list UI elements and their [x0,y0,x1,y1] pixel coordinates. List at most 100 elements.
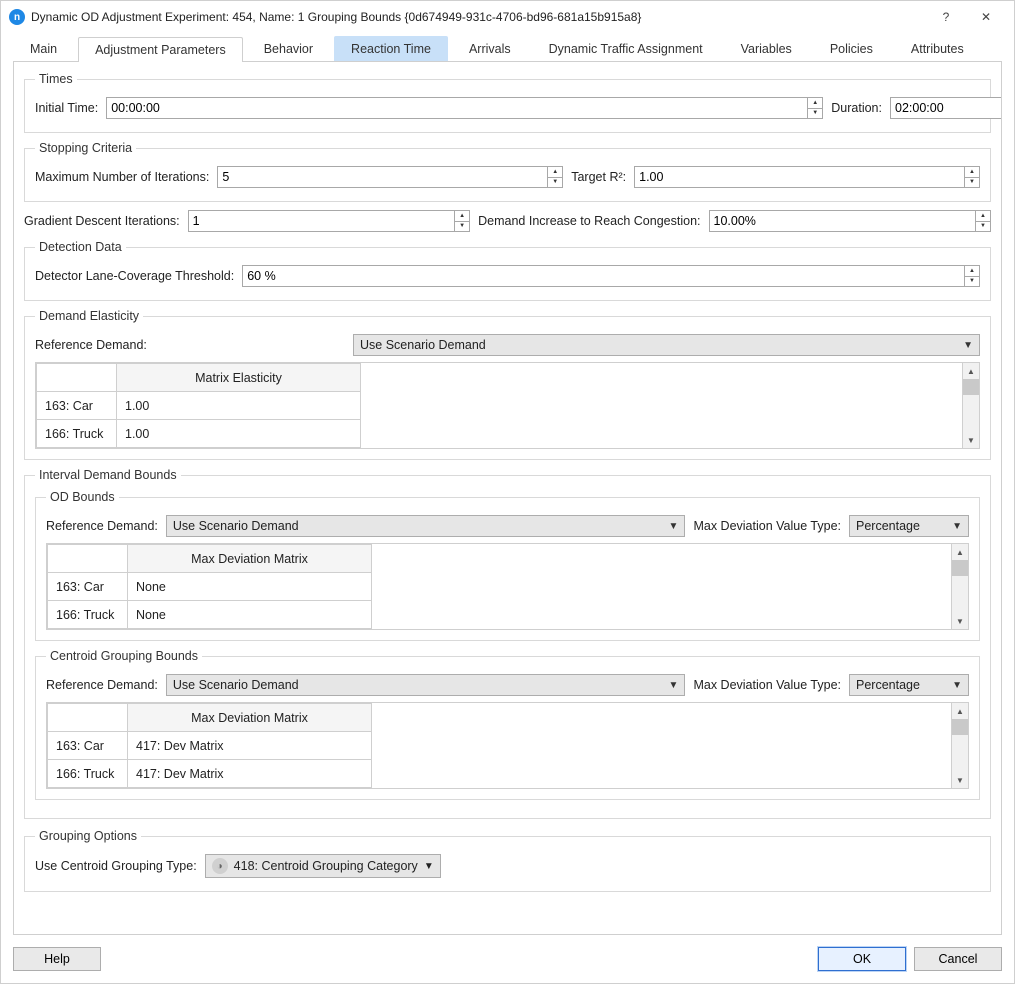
titlebar: n Dynamic OD Adjustment Experiment: 454,… [1,1,1014,33]
cg-table: Max Deviation Matrix 163: Car417: Dev Ma… [47,703,372,788]
od-maxdev-type-dropdown[interactable]: Percentage ▼ [849,515,969,537]
initial-time-spinner[interactable]: ▲▼ [807,97,823,119]
od-table-wrap: Max Deviation Matrix 163: CarNone 166: T… [46,543,969,630]
vertical-scrollbar[interactable]: ▲▼ [951,544,968,629]
legend-grouping: Grouping Options [35,829,141,843]
fieldset-times: Times Initial Time: ▲▼ Duration: ▲▼ [24,72,991,133]
dirc-input[interactable] [709,210,976,232]
tab-behavior[interactable]: Behavior [247,36,330,61]
table-corner [48,545,128,573]
close-icon[interactable]: ✕ [966,4,1006,30]
tab-adjustment-parameters[interactable]: Adjustment Parameters [78,37,243,62]
fieldset-demand-elasticity: Demand Elasticity Reference Demand: Use … [24,309,991,460]
cg-col-header: Max Deviation Matrix [128,704,372,732]
help-button[interactable]: Help [13,947,101,971]
od-maxdev-type-label: Max Deviation Value Type: [693,519,841,533]
app-icon: n [9,9,25,25]
detector-threshold-input[interactable] [242,265,964,287]
initial-time-label: Initial Time: [35,101,98,115]
cg-table-wrap: Max Deviation Matrix 163: Car417: Dev Ma… [46,702,969,789]
detector-threshold-spinner[interactable]: ▲▼ [964,265,980,287]
chevron-down-icon: ▼ [952,521,962,532]
tab-variables[interactable]: Variables [724,36,809,61]
fieldset-grouping-options: Grouping Options Use Centroid Grouping T… [24,829,991,892]
ok-button[interactable]: OK [818,947,906,971]
cg-maxdev-type-label: Max Deviation Value Type: [693,678,841,692]
cell-value[interactable]: None [128,573,372,601]
legend-elasticity: Demand Elasticity [35,309,143,323]
gdi-label: Gradient Descent Iterations: [24,214,180,228]
elasticity-table: Matrix Elasticity 163: Car1.00 166: Truc… [36,363,361,448]
tab-arrivals[interactable]: Arrivals [452,36,528,61]
use-centroid-grouping-dropdown[interactable]: ◑ 418: Centroid Grouping Category ▼ [205,854,441,878]
detector-threshold-label: Detector Lane-Coverage Threshold: [35,269,234,283]
elasticity-col-header: Matrix Elasticity [117,364,361,392]
cell-value[interactable]: 1.00 [117,392,361,420]
window-title: Dynamic OD Adjustment Experiment: 454, N… [31,10,926,24]
od-ref-label: Reference Demand: [46,519,158,533]
cg-maxdev-type-dropdown[interactable]: Percentage ▼ [849,674,969,696]
tab-reaction-time[interactable]: Reaction Time [334,36,448,61]
row-header: 166: Truck [48,760,128,788]
od-ref-dropdown[interactable]: Use Scenario Demand ▼ [166,515,686,537]
category-icon: ◑ [212,858,228,874]
tab-dynamic-traffic-assignment[interactable]: Dynamic Traffic Assignment [532,36,720,61]
cell-value[interactable]: 1.00 [117,420,361,448]
cancel-button[interactable]: Cancel [914,947,1002,971]
row-header: 163: Car [48,732,128,760]
table-row: 166: Truck1.00 [37,420,361,448]
vertical-scrollbar[interactable]: ▲▼ [951,703,968,788]
table-row: 166: Truck417: Dev Matrix [48,760,372,788]
chevron-down-icon: ▼ [963,340,973,351]
fieldset-interval-demand-bounds: Interval Demand Bounds OD Bounds Referen… [24,468,991,819]
od-ref-value: Use Scenario Demand [173,519,299,533]
tab-attributes[interactable]: Attributes [894,36,981,61]
max-iter-input[interactable] [217,166,547,188]
dirc-label: Demand Increase to Reach Congestion: [478,214,700,228]
legend-detection: Detection Data [35,240,126,254]
fieldset-od-bounds: OD Bounds Reference Demand: Use Scenario… [35,490,980,641]
cg-ref-label: Reference Demand: [46,678,158,692]
table-corner [48,704,128,732]
legend-interval: Interval Demand Bounds [35,468,181,482]
od-maxdev-type-value: Percentage [856,519,920,533]
cg-ref-dropdown[interactable]: Use Scenario Demand ▼ [166,674,686,696]
vertical-scrollbar[interactable]: ▲▼ [962,363,979,448]
target-r2-input[interactable] [634,166,964,188]
cell-value[interactable]: None [128,601,372,629]
chevron-down-icon: ▼ [669,521,679,532]
dirc-spinner[interactable]: ▲▼ [975,210,991,232]
cg-maxdev-type-value: Percentage [856,678,920,692]
chevron-down-icon: ▼ [424,861,434,872]
tab-policies[interactable]: Policies [813,36,890,61]
legend-stopping: Stopping Criteria [35,141,136,155]
max-iter-spinner[interactable]: ▲▼ [547,166,563,188]
od-table: Max Deviation Matrix 163: CarNone 166: T… [47,544,372,629]
tab-content: Times Initial Time: ▲▼ Duration: ▲▼ Stop… [13,61,1002,935]
help-question-icon[interactable]: ? [926,4,966,30]
fieldset-detection-data: Detection Data Detector Lane-Coverage Th… [24,240,991,301]
cg-ref-value: Use Scenario Demand [173,678,299,692]
row-header: 163: Car [48,573,128,601]
dialog-footer: Help OK Cancel [1,941,1014,983]
initial-time-input[interactable] [106,97,807,119]
row-header: 166: Truck [37,420,117,448]
max-iter-label: Maximum Number of Iterations: [35,170,209,184]
gdi-spinner[interactable]: ▲▼ [454,210,470,232]
cell-value[interactable]: 417: Dev Matrix [128,732,372,760]
tab-main[interactable]: Main [13,36,74,61]
target-r2-spinner[interactable]: ▲▼ [964,166,980,188]
duration-input[interactable] [890,97,1002,119]
tab-bar: Main Adjustment Parameters Behavior Reac… [1,36,1014,61]
use-centroid-grouping-label: Use Centroid Grouping Type: [35,859,197,873]
elasticity-ref-dropdown[interactable]: Use Scenario Demand ▼ [353,334,980,356]
legend-od-bounds: OD Bounds [46,490,119,504]
row-header: 163: Car [37,392,117,420]
od-col-header: Max Deviation Matrix [128,545,372,573]
dialog-window: n Dynamic OD Adjustment Experiment: 454,… [0,0,1015,984]
table-row: 163: Car417: Dev Matrix [48,732,372,760]
elasticity-ref-label: Reference Demand: [35,338,345,352]
cell-value[interactable]: 417: Dev Matrix [128,760,372,788]
gdi-input[interactable] [188,210,455,232]
use-centroid-grouping-value: 418: Centroid Grouping Category [234,859,418,873]
